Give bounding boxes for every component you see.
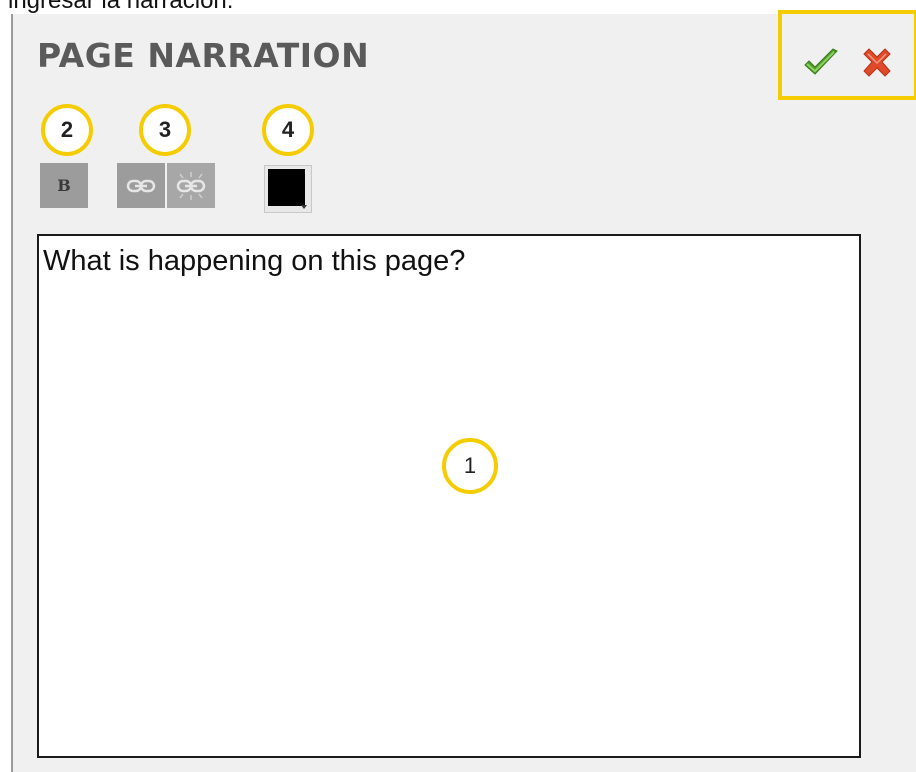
remove-link-button[interactable] xyxy=(167,163,215,208)
x-icon xyxy=(863,48,891,77)
callout-bold: 2 xyxy=(41,104,93,156)
actions-highlight xyxy=(778,10,916,100)
page-title: PAGE NARRATION xyxy=(37,36,370,75)
text-color-picker[interactable] xyxy=(264,165,312,213)
bold-button-label: B xyxy=(57,176,71,195)
narration-text-editor[interactable]: What is happening on this page? xyxy=(37,234,861,758)
insert-link-button[interactable] xyxy=(117,163,165,208)
callout-color: 4 xyxy=(262,104,314,156)
callout-links: 3 xyxy=(139,104,191,156)
link-icon xyxy=(126,179,156,192)
confirm-button[interactable] xyxy=(803,48,839,78)
text-color-swatch xyxy=(268,169,305,206)
callout-editor: 1 xyxy=(442,438,498,494)
unlink-icon xyxy=(176,171,206,200)
bold-button[interactable]: B xyxy=(40,163,88,208)
cancel-button[interactable] xyxy=(859,46,895,80)
checkmark-icon xyxy=(804,48,838,75)
dropdown-arrow-icon xyxy=(301,205,307,209)
